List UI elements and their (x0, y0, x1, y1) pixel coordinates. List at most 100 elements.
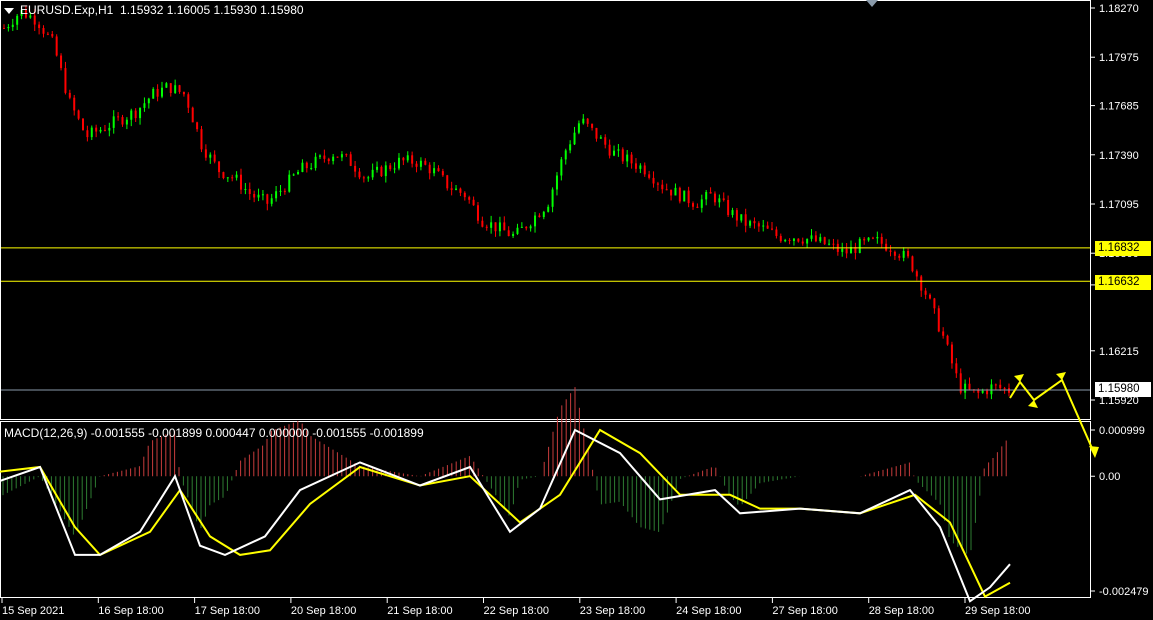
candle-body (481, 220, 484, 227)
candle-body (108, 127, 111, 131)
candle-body (534, 215, 537, 227)
candle-body (937, 308, 940, 332)
candle-body (103, 129, 106, 131)
candle-body (832, 243, 835, 245)
candle-body (845, 248, 848, 254)
dropdown-triangle-icon[interactable] (4, 7, 14, 14)
current-price-tag: 1.15980 (1095, 382, 1151, 397)
macd-tick-label: 0.000999 (1099, 425, 1145, 437)
candle-body (147, 98, 150, 104)
candle-body (266, 194, 269, 204)
candle-body (920, 276, 923, 291)
candle-body (525, 226, 528, 229)
candle-body (257, 194, 260, 198)
candle-body (709, 191, 712, 194)
candle-body (345, 154, 348, 156)
forecast-arrow-drawing[interactable] (1009, 372, 1099, 458)
candle-body (446, 175, 449, 189)
candle-body (942, 331, 945, 336)
candle-body (152, 88, 155, 99)
candle-body (819, 237, 822, 242)
candle-body (907, 250, 910, 257)
candle-body (1003, 388, 1006, 390)
time-tick-label: 16 Sep 18:00 (98, 605, 163, 617)
candle-body (512, 233, 515, 237)
time-tick-label: 21 Sep 18:00 (387, 605, 452, 617)
candle-body (516, 227, 519, 234)
chart-shift-marker-icon[interactable] (866, 0, 878, 7)
candle-body (656, 183, 659, 185)
candle-body (340, 154, 343, 158)
candle-body (323, 155, 326, 159)
candle-body (749, 221, 752, 226)
candle-body (713, 193, 716, 203)
candle-body (362, 177, 365, 179)
candle-body (11, 24, 14, 27)
candle-body (683, 190, 686, 202)
time-tick-label: 29 Sep 18:00 (965, 605, 1030, 617)
candle-body (626, 154, 629, 162)
candle-body (38, 24, 41, 29)
candle-body (7, 26, 10, 29)
candle-body (428, 164, 431, 174)
candle-body (318, 155, 321, 157)
candle-body (924, 290, 927, 295)
candle-body (314, 156, 317, 168)
candle-body (652, 177, 655, 184)
candle-body (766, 225, 769, 229)
candle-body (498, 222, 501, 232)
candle-body (630, 154, 633, 164)
candle-body (494, 222, 497, 232)
candle-body (90, 127, 93, 138)
time-tick-label: 20 Sep 18:00 (291, 605, 356, 617)
candle-body (485, 226, 488, 228)
candle-body (81, 118, 84, 131)
candle-body (801, 241, 804, 244)
candle-body (955, 363, 958, 374)
price-chart[interactable]: 1.18270 1.17975 1.17685 1.17390 1.17095 1.168… (0, 0, 1153, 620)
candle-body (990, 384, 993, 395)
candle-body (200, 129, 203, 150)
candle-body (134, 110, 137, 119)
horizontal-levels[interactable] (1, 247, 1090, 391)
candle-body (367, 177, 370, 179)
candle-body (560, 159, 563, 176)
candle-body (292, 174, 295, 176)
candle-body (999, 384, 1002, 389)
candle-body (994, 384, 997, 386)
candle-body (476, 205, 479, 221)
candle-body (564, 150, 567, 160)
candle-body (450, 188, 453, 190)
candle-body (687, 190, 690, 204)
candle-body (275, 191, 278, 199)
candle-body (86, 130, 89, 138)
candle-body (547, 206, 550, 212)
candle-body (209, 154, 212, 158)
candle-body (538, 215, 541, 218)
candle-body (784, 239, 787, 242)
candle-body (814, 235, 817, 242)
candle-body (165, 83, 168, 88)
candle-body (288, 174, 291, 192)
candle-body (977, 390, 980, 393)
candle-body (68, 92, 71, 98)
candle-body (73, 97, 76, 111)
price-panel-frame (0, 0, 1091, 420)
price-axis: 1.182701.179751.176851.173901.170951.168… (1090, 3, 1139, 407)
candle-body (911, 256, 914, 272)
candle-body (297, 171, 300, 175)
candle-body (986, 390, 989, 395)
candle-body (354, 165, 357, 172)
candle-body (692, 203, 695, 207)
trading-chart-window: { "header": { "symbol_timeframe": "EURUS… (0, 0, 1153, 620)
candle-body (775, 229, 778, 236)
forecast-path[interactable] (1009, 378, 1096, 456)
level-tag-resistance-2: 1.16632 (1095, 275, 1151, 290)
candle-body (933, 298, 936, 309)
time-tick-label: 24 Sep 18:00 (676, 605, 741, 617)
candle-body (384, 165, 387, 177)
candle-body (99, 129, 102, 132)
candle-body (828, 243, 831, 245)
candle-body (757, 223, 760, 227)
candle-body (182, 91, 185, 95)
